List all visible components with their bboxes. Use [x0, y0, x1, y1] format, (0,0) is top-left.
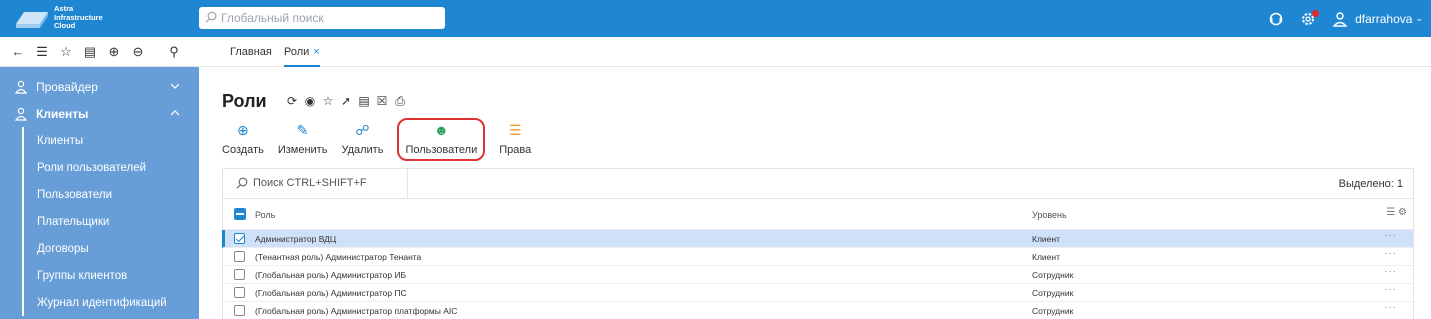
grid-header: Роль Уровень ☰ ⚙	[223, 198, 1413, 229]
sidebar-item-client-groups[interactable]: Группы клиентов	[24, 262, 199, 289]
selected-count: Выделено: 1	[1338, 178, 1403, 190]
tab-home[interactable]: Главная	[230, 46, 272, 58]
grid-search-input[interactable]: Поиск CTRL+SHIFT+F	[223, 169, 408, 198]
cell-role: (Глобальная роль) Администратор ПС	[255, 288, 407, 298]
row-checkbox[interactable]	[234, 305, 245, 316]
pin-icon[interactable]: ➚	[339, 94, 353, 108]
sidebar-group-clients[interactable]: Клиенты	[0, 100, 199, 127]
cell-level: Клиент	[1032, 234, 1060, 244]
user-shield-icon	[14, 80, 28, 94]
sidebar: Провайдер Клиенты Клиенты Роли пользоват…	[0, 67, 199, 319]
row-menu-icon[interactable]: ···	[1384, 284, 1397, 295]
close-icon[interactable]: ×	[313, 46, 319, 58]
tab-roles[interactable]: Роли ×	[284, 46, 320, 67]
support-icon[interactable]	[1267, 10, 1285, 28]
sidebar-group-label: Провайдер	[36, 79, 98, 94]
row-checkbox[interactable]	[234, 287, 245, 298]
sidebar-subitems: Клиенты Роли пользователей Пользователи …	[22, 127, 199, 316]
column-header-level[interactable]: Уровень	[1032, 210, 1067, 220]
expand-all-icon[interactable]: ⊕	[107, 44, 121, 60]
main-content: Роли ⟳ ◉ ☆ ➚ ▤ ☒ ⎙ ⊕ Создать ✎ Изменить …	[199, 67, 1431, 319]
cell-role: (Тенантная роль) Администратор Тенанта	[255, 252, 422, 262]
excel-icon[interactable]: ☒	[375, 94, 389, 108]
collapse-all-icon[interactable]: ⊖	[131, 44, 145, 60]
globe-icon[interactable]: ◉	[303, 94, 317, 108]
table-row[interactable]: (Глобальная роль) Администратор ПС Сотру…	[223, 283, 1413, 301]
sidebar-item-contracts[interactable]: Договоры	[24, 235, 199, 262]
table-row[interactable]: (Глобальная роль) Администратор платформ…	[223, 301, 1413, 319]
page-title: Роли	[222, 91, 267, 111]
rights-button[interactable]: ☰ Права	[499, 122, 531, 161]
sidebar-group-provider[interactable]: Провайдер	[0, 73, 199, 100]
global-search-input[interactable]: Глобальный поиск	[199, 7, 445, 29]
row-checkbox[interactable]	[234, 233, 245, 244]
sidebar-item-clients[interactable]: Клиенты	[24, 127, 199, 154]
cell-role: (Глобальная роль) Администратор ИБ	[255, 270, 407, 280]
cell-role: (Глобальная роль) Администратор платформ…	[255, 306, 458, 316]
grid-search-placeholder: Поиск CTRL+SHIFT+F	[253, 177, 367, 189]
user-shield-icon	[14, 107, 28, 121]
star-icon[interactable]: ☆	[321, 94, 335, 108]
chevron-down-icon[interactable]: ⌄	[1415, 13, 1423, 24]
notification-badge	[1312, 9, 1320, 17]
pencil-icon: ✎	[296, 122, 309, 138]
document-icon[interactable]: ▤	[357, 94, 371, 108]
users-button[interactable]: ☻ Пользователи	[397, 118, 486, 161]
sidebar-item-identification-log[interactable]: Журнал идентификаций	[24, 289, 199, 316]
table-row[interactable]: Администратор ВДЦ Клиент ···	[222, 229, 1413, 248]
back-icon[interactable]: ←	[11, 44, 25, 59]
tree-icon[interactable]: ☰	[35, 44, 49, 60]
row-menu-icon[interactable]: ···	[1384, 266, 1397, 277]
roles-grid: Поиск CTRL+SHIFT+F Выделено: 1 Роль Уров…	[222, 168, 1414, 319]
tab-bar: Главная Роли ×	[199, 37, 1431, 67]
settings-icon[interactable]	[1299, 9, 1320, 28]
briefcase-icon[interactable]: ▤	[83, 44, 97, 60]
cell-level: Сотрудник	[1032, 306, 1074, 316]
delete-icon: ☍	[355, 122, 370, 138]
create-button[interactable]: ⊕ Создать	[222, 122, 264, 161]
print-icon[interactable]: ⎙	[393, 94, 407, 108]
table-row[interactable]: (Тенантная роль) Администратор Тенанта К…	[223, 247, 1413, 265]
search-icon	[205, 11, 217, 23]
chevron-down-icon	[171, 83, 179, 89]
edit-button[interactable]: ✎ Изменить	[278, 122, 328, 161]
search-icon[interactable]: ⚲	[167, 44, 181, 60]
sidebar-item-payers[interactable]: Плательщики	[24, 208, 199, 235]
username[interactable]: dfarrahova	[1355, 12, 1412, 26]
table-row[interactable]: (Глобальная роль) Администратор ИБ Сотру…	[223, 265, 1413, 283]
nav-toolbar: ← ☰ ☆ ▤ ⊕ ⊖ ⚲	[0, 37, 199, 67]
app-logo[interactable]: Astra Infrastructure Cloud	[14, 4, 124, 34]
plus-circle-icon: ⊕	[237, 122, 249, 138]
sidebar-item-user-roles[interactable]: Роли пользователей	[24, 154, 199, 181]
cell-level: Сотрудник	[1032, 288, 1074, 298]
select-all-checkbox[interactable]	[234, 208, 246, 220]
action-bar: ⊕ Создать ✎ Изменить ☍ Удалить ☻ Пользов…	[222, 118, 545, 161]
cell-level: Клиент	[1032, 252, 1060, 262]
row-menu-icon[interactable]: ···	[1384, 302, 1397, 313]
sidebar-group-label: Клиенты	[36, 106, 89, 121]
row-checkbox[interactable]	[234, 269, 245, 280]
rights-icon: ☰	[508, 122, 522, 138]
row-menu-icon[interactable]: ···	[1384, 230, 1397, 241]
column-menu-icon[interactable]: ☰ ⚙	[1386, 207, 1407, 218]
refresh-icon[interactable]: ⟳	[285, 94, 299, 108]
user-icon	[1331, 10, 1349, 28]
sidebar-item-users[interactable]: Пользователи	[24, 181, 199, 208]
row-menu-icon[interactable]: ···	[1384, 248, 1397, 259]
logo-mark-icon	[16, 12, 48, 28]
column-header-role[interactable]: Роль	[255, 210, 275, 220]
star-icon[interactable]: ☆	[59, 44, 73, 60]
global-search-placeholder: Глобальный поиск	[221, 11, 324, 25]
delete-button[interactable]: ☍ Удалить	[341, 122, 383, 161]
logo-text: Cloud	[54, 21, 76, 30]
row-checkbox[interactable]	[234, 251, 245, 262]
users-icon: ☻	[433, 122, 449, 138]
cell-role: Администратор ВДЦ	[255, 234, 337, 244]
top-bar: Astra Infrastructure Cloud Глобальный по…	[0, 0, 1431, 37]
title-toolbar: ⟳ ◉ ☆ ➚ ▤ ☒ ⎙	[285, 94, 407, 108]
search-icon	[236, 177, 248, 189]
cell-level: Сотрудник	[1032, 270, 1074, 280]
chevron-up-icon	[171, 110, 179, 116]
